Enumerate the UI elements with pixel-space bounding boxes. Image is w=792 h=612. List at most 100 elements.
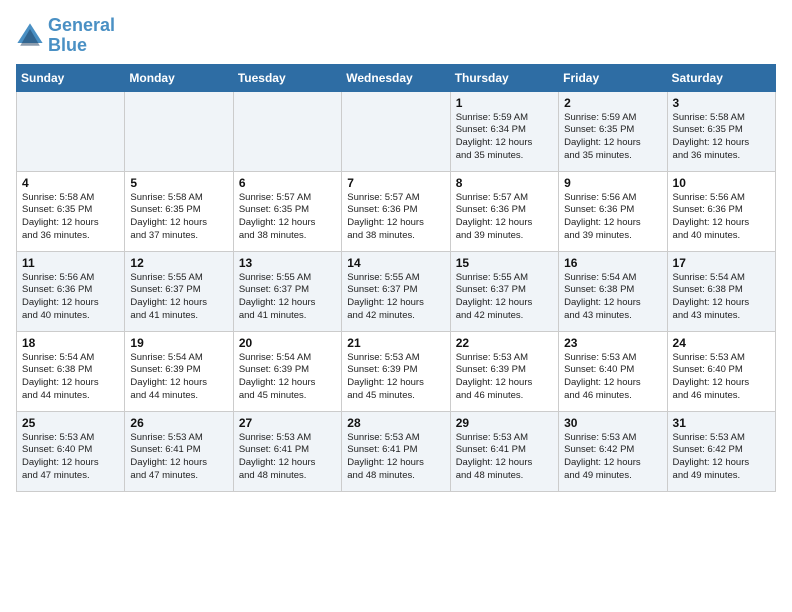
day-cell: 26 Sunrise: 5:53 AM Sunset: 6:41 PM Dayli… <box>125 411 233 491</box>
day-content: Sunrise: 5:59 AM Sunset: 6:34 PM Dayligh… <box>456 112 553 163</box>
day-content: Sunrise: 5:53 AM Sunset: 6:40 PM Dayligh… <box>22 432 119 483</box>
day-content: Sunrise: 5:57 AM Sunset: 6:36 PM Dayligh… <box>347 192 444 243</box>
day-number: 13 <box>239 256 336 270</box>
day-content: Sunrise: 5:56 AM Sunset: 6:36 PM Dayligh… <box>673 192 770 243</box>
day-number: 22 <box>456 336 553 350</box>
day-cell: 17 Sunrise: 5:54 AM Sunset: 6:38 PM Dayli… <box>667 251 775 331</box>
day-cell: 28 Sunrise: 5:53 AM Sunset: 6:41 PM Dayli… <box>342 411 450 491</box>
day-cell: 16 Sunrise: 5:54 AM Sunset: 6:38 PM Dayli… <box>559 251 667 331</box>
logo-icon <box>16 22 44 50</box>
day-number: 6 <box>239 176 336 190</box>
day-number: 3 <box>673 96 770 110</box>
day-number: 8 <box>456 176 553 190</box>
weekday-header-wednesday: Wednesday <box>342 64 450 91</box>
day-number: 19 <box>130 336 227 350</box>
day-number: 4 <box>22 176 119 190</box>
day-cell: 29Sunrise: 5:53 AM Sunset: 6:41 PM Dayli… <box>450 411 558 491</box>
day-cell: 5 Sunrise: 5:58 AM Sunset: 6:35 PM Daylig… <box>125 171 233 251</box>
day-number: 1 <box>456 96 553 110</box>
day-content: Sunrise: 5:53 AM Sunset: 6:41 PM Dayligh… <box>239 432 336 483</box>
day-content: Sunrise: 5:59 AM Sunset: 6:35 PM Dayligh… <box>564 112 661 163</box>
day-cell: 19 Sunrise: 5:54 AM Sunset: 6:39 PM Dayli… <box>125 331 233 411</box>
day-cell: 11 Sunrise: 5:56 AM Sunset: 6:36 PM Dayli… <box>17 251 125 331</box>
day-cell <box>342 91 450 171</box>
day-cell: 18Sunrise: 5:54 AM Sunset: 6:38 PM Dayli… <box>17 331 125 411</box>
weekday-header-tuesday: Tuesday <box>233 64 341 91</box>
weekday-header-row: SundayMondayTuesdayWednesdayThursdayFrid… <box>17 64 776 91</box>
day-content: Sunrise: 5:53 AM Sunset: 6:40 PM Dayligh… <box>564 352 661 403</box>
day-content: Sunrise: 5:54 AM Sunset: 6:39 PM Dayligh… <box>239 352 336 403</box>
day-cell: 1 Sunrise: 5:59 AM Sunset: 6:34 PM Daylig… <box>450 91 558 171</box>
day-cell: 31 Sunrise: 5:53 AM Sunset: 6:42 PM Dayli… <box>667 411 775 491</box>
day-content: Sunrise: 5:54 AM Sunset: 6:39 PM Dayligh… <box>130 352 227 403</box>
day-content: Sunrise: 5:58 AM Sunset: 6:35 PM Dayligh… <box>673 112 770 163</box>
day-cell: 14 Sunrise: 5:55 AM Sunset: 6:37 PM Dayli… <box>342 251 450 331</box>
day-number: 7 <box>347 176 444 190</box>
day-cell: 15Sunrise: 5:55 AM Sunset: 6:37 PM Dayli… <box>450 251 558 331</box>
day-number: 28 <box>347 416 444 430</box>
day-content: Sunrise: 5:54 AM Sunset: 6:38 PM Dayligh… <box>673 272 770 323</box>
day-cell: 7 Sunrise: 5:57 AM Sunset: 6:36 PM Daylig… <box>342 171 450 251</box>
day-cell: 8 Sunrise: 5:57 AM Sunset: 6:36 PM Daylig… <box>450 171 558 251</box>
day-cell: 13 Sunrise: 5:55 AM Sunset: 6:37 PM Dayli… <box>233 251 341 331</box>
day-number: 30 <box>564 416 661 430</box>
week-row-4: 18Sunrise: 5:54 AM Sunset: 6:38 PM Dayli… <box>17 331 776 411</box>
day-cell: 4 Sunrise: 5:58 AM Sunset: 6:35 PM Daylig… <box>17 171 125 251</box>
day-cell: 23 Sunrise: 5:53 AM Sunset: 6:40 PM Dayli… <box>559 331 667 411</box>
day-cell: 30 Sunrise: 5:53 AM Sunset: 6:42 PM Dayli… <box>559 411 667 491</box>
day-number: 16 <box>564 256 661 270</box>
day-content: Sunrise: 5:58 AM Sunset: 6:35 PM Dayligh… <box>22 192 119 243</box>
day-number: 5 <box>130 176 227 190</box>
day-content: Sunrise: 5:57 AM Sunset: 6:36 PM Dayligh… <box>456 192 553 243</box>
day-content: Sunrise: 5:55 AM Sunset: 6:37 PM Dayligh… <box>239 272 336 323</box>
header: General Blue <box>16 16 776 56</box>
day-cell: 25 Sunrise: 5:53 AM Sunset: 6:40 PM Dayli… <box>17 411 125 491</box>
day-number: 25 <box>22 416 119 430</box>
day-content: Sunrise: 5:57 AM Sunset: 6:35 PM Dayligh… <box>239 192 336 243</box>
logo-text: General Blue <box>48 16 115 56</box>
day-content: Sunrise: 5:56 AM Sunset: 6:36 PM Dayligh… <box>22 272 119 323</box>
day-number: 29 <box>456 416 553 430</box>
day-number: 21 <box>347 336 444 350</box>
day-number: 11 <box>22 256 119 270</box>
day-cell: 10Sunrise: 5:56 AM Sunset: 6:36 PM Dayli… <box>667 171 775 251</box>
day-number: 20 <box>239 336 336 350</box>
day-content: Sunrise: 5:54 AM Sunset: 6:38 PM Dayligh… <box>564 272 661 323</box>
calendar-table: SundayMondayTuesdayWednesdayThursdayFrid… <box>16 64 776 492</box>
day-content: Sunrise: 5:53 AM Sunset: 6:42 PM Dayligh… <box>564 432 661 483</box>
day-cell: 3 Sunrise: 5:58 AM Sunset: 6:35 PM Daylig… <box>667 91 775 171</box>
day-cell <box>125 91 233 171</box>
day-number: 31 <box>673 416 770 430</box>
week-row-2: 4 Sunrise: 5:58 AM Sunset: 6:35 PM Daylig… <box>17 171 776 251</box>
week-row-5: 25 Sunrise: 5:53 AM Sunset: 6:40 PM Dayli… <box>17 411 776 491</box>
weekday-header-monday: Monday <box>125 64 233 91</box>
day-content: Sunrise: 5:55 AM Sunset: 6:37 PM Dayligh… <box>456 272 553 323</box>
day-content: Sunrise: 5:55 AM Sunset: 6:37 PM Dayligh… <box>347 272 444 323</box>
day-cell: 27 Sunrise: 5:53 AM Sunset: 6:41 PM Dayli… <box>233 411 341 491</box>
weekday-header-sunday: Sunday <box>17 64 125 91</box>
day-number: 27 <box>239 416 336 430</box>
day-content: Sunrise: 5:53 AM Sunset: 6:40 PM Dayligh… <box>673 352 770 403</box>
day-content: Sunrise: 5:53 AM Sunset: 6:42 PM Dayligh… <box>673 432 770 483</box>
day-number: 12 <box>130 256 227 270</box>
day-number: 17 <box>673 256 770 270</box>
day-cell: 21Sunrise: 5:53 AM Sunset: 6:39 PM Dayli… <box>342 331 450 411</box>
day-cell: 12Sunrise: 5:55 AM Sunset: 6:37 PM Dayli… <box>125 251 233 331</box>
day-content: Sunrise: 5:58 AM Sunset: 6:35 PM Dayligh… <box>130 192 227 243</box>
day-number: 24 <box>673 336 770 350</box>
weekday-header-friday: Friday <box>559 64 667 91</box>
weekday-header-thursday: Thursday <box>450 64 558 91</box>
day-content: Sunrise: 5:53 AM Sunset: 6:41 PM Dayligh… <box>347 432 444 483</box>
day-content: Sunrise: 5:53 AM Sunset: 6:39 PM Dayligh… <box>456 352 553 403</box>
day-number: 9 <box>564 176 661 190</box>
day-number: 23 <box>564 336 661 350</box>
day-content: Sunrise: 5:53 AM Sunset: 6:41 PM Dayligh… <box>130 432 227 483</box>
day-number: 26 <box>130 416 227 430</box>
week-row-3: 11 Sunrise: 5:56 AM Sunset: 6:36 PM Dayli… <box>17 251 776 331</box>
weekday-header-saturday: Saturday <box>667 64 775 91</box>
day-content: Sunrise: 5:54 AM Sunset: 6:38 PM Dayligh… <box>22 352 119 403</box>
day-cell: 20 Sunrise: 5:54 AM Sunset: 6:39 PM Dayli… <box>233 331 341 411</box>
logo: General Blue <box>16 16 115 56</box>
day-number: 2 <box>564 96 661 110</box>
day-number: 14 <box>347 256 444 270</box>
